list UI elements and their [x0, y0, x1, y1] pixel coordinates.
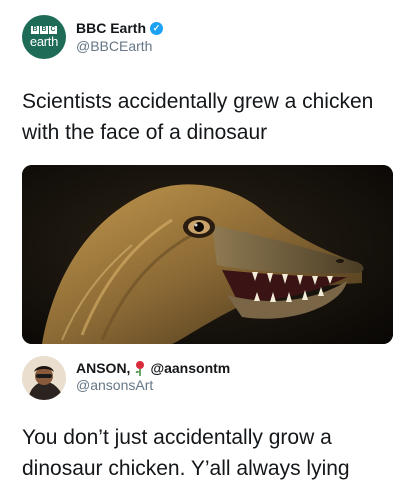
dinosaur-chicken-illustration: [22, 165, 393, 344]
tweet-image[interactable]: [22, 165, 393, 344]
reply-alt-handle[interactable]: @aansontm: [150, 360, 230, 376]
reply-display-name[interactable]: ANSON,: [76, 360, 130, 376]
verified-badge-icon: ✓: [150, 21, 164, 35]
tweet-text: Scientists accidentally grew a chicken w…: [22, 90, 374, 144]
reply-text: You don’t just accidentally grow a dinos…: [22, 426, 350, 480]
author-handle[interactable]: @BBCEarth: [76, 38, 152, 54]
person-photo-icon: [22, 356, 66, 400]
reply-author-name[interactable]: ANSON, @aansontm: [76, 360, 230, 376]
author-name[interactable]: BBC Earth ✓: [76, 20, 164, 36]
anson-avatar[interactable]: [22, 356, 66, 400]
meme-screenshot: B B C earth BBC Earth ✓ @BBCEarth Scient…: [0, 0, 416, 500]
bbc-logo: B B C: [31, 26, 57, 34]
author-display-name[interactable]: BBC Earth: [76, 20, 146, 36]
reply-author-handle[interactable]: @ansonsArt: [76, 377, 153, 393]
bbc-earth-avatar[interactable]: B B C earth: [22, 15, 66, 59]
rose-icon: [136, 361, 145, 376]
earth-logo-word: earth: [29, 34, 59, 49]
